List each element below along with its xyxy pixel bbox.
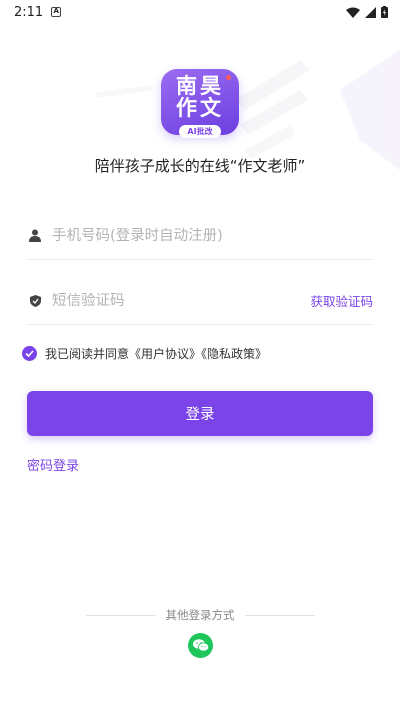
agreement-text[interactable]: 我已阅读并同意《用户协议》《隐私政策》 bbox=[45, 345, 267, 362]
code-field: 获取验证码 bbox=[27, 277, 373, 325]
check-icon bbox=[25, 349, 34, 357]
wechat-icon bbox=[192, 639, 209, 652]
slogan: 陪伴孩子成长的在线“作文老师” bbox=[94, 157, 306, 175]
shield-check-icon bbox=[27, 293, 43, 309]
logo-badge: AI批改 bbox=[179, 125, 221, 138]
app-logo: 南昊 作文 AI批改 bbox=[161, 69, 239, 138]
status-time: 2:11 bbox=[14, 4, 44, 20]
status-left: 2:11 A bbox=[14, 4, 62, 20]
wifi-icon bbox=[346, 7, 360, 18]
wechat-login-button[interactable] bbox=[188, 633, 213, 658]
other-login-divider: 其他登录方式 bbox=[0, 607, 400, 623]
logo-line1: 南昊 bbox=[176, 73, 224, 98]
agreement-checkbox[interactable] bbox=[22, 345, 37, 361]
notification-icon: A bbox=[51, 7, 62, 17]
login-button[interactable]: 登录 bbox=[27, 391, 373, 436]
signal-icon bbox=[365, 6, 376, 18]
divider-line-right bbox=[244, 614, 315, 616]
status-bar: 2:11 A bbox=[0, 0, 400, 24]
password-login-link[interactable]: 密码登录 bbox=[27, 455, 79, 474]
agreement-row[interactable]: 我已阅读并同意《用户协议》《隐私政策》 bbox=[22, 343, 267, 363]
divider-line-left bbox=[85, 614, 156, 616]
logo-line2: 作文 bbox=[176, 95, 224, 120]
other-login-label: 其他登录方式 bbox=[165, 608, 235, 622]
phone-input[interactable] bbox=[52, 227, 373, 244]
phone-field bbox=[27, 212, 373, 260]
sms-code-input[interactable] bbox=[52, 292, 311, 309]
battery-charging-icon bbox=[381, 6, 388, 18]
get-code-button[interactable]: 获取验证码 bbox=[310, 291, 373, 310]
user-icon bbox=[27, 228, 43, 244]
status-right bbox=[346, 6, 388, 18]
